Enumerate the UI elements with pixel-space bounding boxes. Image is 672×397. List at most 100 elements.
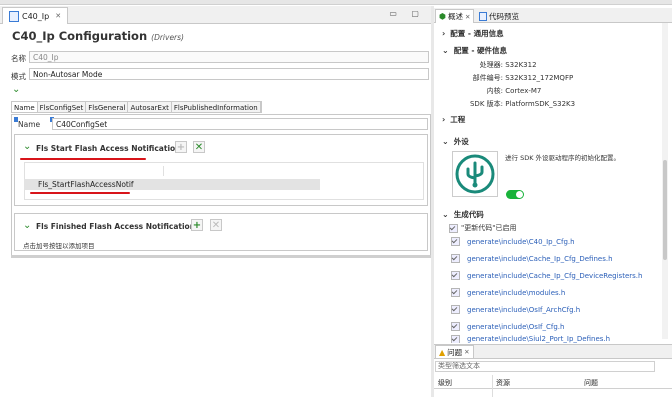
column-header-level[interactable]: 级别: [438, 378, 452, 388]
mode-select[interactable]: Non-Autosar Mode: [29, 68, 429, 80]
list-item: generate\include\OsIf_Cfg.h: [451, 322, 564, 331]
problems-filter-input[interactable]: 类型筛选文本: [435, 361, 655, 372]
generated-file-link[interactable]: generate\include\modules.h: [467, 289, 565, 297]
section-peripheral[interactable]: ⌄ 外设: [442, 136, 469, 147]
section-label: 配置 - 硬件信息: [453, 46, 508, 55]
column-divider: [492, 375, 493, 397]
section-label: 配置 - 通用信息: [450, 29, 504, 38]
problems-table-header: 级别 资源 问题: [434, 375, 672, 397]
warning-icon: ▲: [439, 347, 446, 357]
update-code-row[interactable]: "更新代码"已启用: [449, 223, 516, 233]
generated-file-link[interactable]: generate\include\Cache_Ip_Cfg_Defines.h: [467, 255, 613, 263]
subtab-name[interactable]: Name: [12, 102, 38, 112]
red-annotation-underline: [30, 192, 130, 194]
chevron-down-icon[interactable]: ⌄: [23, 141, 31, 152]
list-item: generate\include\Siul2_Port_Ip_Defines.h: [451, 335, 610, 343]
mode-label: 模式: [11, 72, 26, 81]
add-button[interactable]: +: [175, 141, 187, 153]
generated-file-link[interactable]: generate\include\OsIf_Cfg.h: [467, 323, 564, 331]
column-header-problem[interactable]: 问题: [584, 378, 598, 388]
hardware-key: SDK 版本:: [469, 100, 503, 108]
red-annotation-underline: [20, 158, 146, 160]
hardware-value: Cortex-M7: [505, 87, 542, 95]
generated-file-link[interactable]: generate\include\Siul2_Port_Ip_Defines.h: [467, 335, 610, 343]
hardware-key: 内核:: [486, 87, 503, 95]
hardware-key: 处理器:: [479, 61, 503, 69]
update-code-checkbox[interactable]: [449, 223, 458, 233]
hardware-row: 处理器: S32K312: [447, 60, 627, 70]
file-checkbox[interactable]: [451, 335, 460, 343]
tab-problems-label: 问题: [447, 347, 463, 357]
column-header-resource[interactable]: 资源: [496, 378, 510, 388]
horizontal-scrollbar[interactable]: [11, 255, 431, 258]
title-text: C40_Ip Configuration: [12, 29, 148, 43]
remove-button[interactable]: ✕: [210, 219, 222, 231]
section-label: 生成代码: [453, 210, 484, 219]
list-column-divider: [24, 166, 164, 176]
chevron-down-icon: ⌄: [442, 46, 449, 55]
tab-problems[interactable]: ▲ 问题 ✕: [435, 345, 474, 358]
peripheral-icon-box[interactable]: [452, 151, 498, 197]
section-label: 外设: [453, 137, 469, 146]
subtab-flsconfigset[interactable]: FlsConfigSet: [38, 102, 87, 112]
list-item: generate\include\Cache_Ip_Cfg_Defines.h: [451, 254, 613, 263]
tab-c40-ip[interactable]: C40_Ip ✕: [2, 7, 69, 24]
close-icon[interactable]: ✕: [465, 13, 470, 21]
page-title: C40_Ip Configuration (Drivers): [12, 29, 184, 43]
close-icon[interactable]: ✕: [464, 348, 469, 356]
file-checkbox[interactable]: [451, 305, 460, 314]
file-checkbox[interactable]: [451, 237, 460, 246]
hardware-value: S32K312_172MQFP: [505, 74, 574, 82]
peripheral-description: 进行 SDK 外设驱动程序的初始化配置。: [505, 154, 621, 162]
section-project[interactable]: › 工程: [442, 114, 465, 125]
list-item: generate\include\C40_Ip_Cfg.h: [451, 237, 575, 246]
chevron-down-icon[interactable]: ⌄: [23, 220, 31, 231]
update-code-label: "更新代码"已启用: [461, 224, 517, 232]
chevron-down-icon: ⌄: [442, 137, 449, 146]
close-icon[interactable]: ✕: [55, 12, 61, 20]
generated-file-link[interactable]: generate\include\OsIf_ArchCfg.h: [467, 306, 580, 314]
scrollbar-thumb[interactable]: [663, 160, 667, 260]
file-checkbox[interactable]: [451, 254, 460, 263]
add-item-hint: 点击加号按钮以添加项目: [23, 242, 95, 250]
start-section-title: Fls Start Flash Access Notification: [36, 144, 181, 153]
usb-icon: [455, 154, 495, 194]
tab-code-preview[interactable]: 代码预览: [476, 9, 522, 23]
peripheral-toggle[interactable]: [506, 190, 524, 199]
hardware-value: PlatformSDK_S32K3: [505, 100, 576, 108]
file-checkbox[interactable]: [451, 271, 460, 280]
section-config-hardware[interactable]: ⌄ 配置 - 硬件信息: [442, 45, 507, 56]
name-label: 名称: [11, 54, 26, 63]
list-item: generate\include\modules.h: [451, 288, 565, 297]
add-button[interactable]: +: [191, 219, 203, 231]
subtab-flspublishedinformation[interactable]: FlsPublishedInformation: [172, 102, 261, 112]
generated-file-link[interactable]: generate\include\Cache_Ip_Cfg_DeviceRegi…: [467, 272, 642, 280]
list-item: generate\include\Cache_Ip_Cfg_DeviceRegi…: [451, 271, 642, 280]
generated-file-link[interactable]: generate\include\C40_Ip_Cfg.h: [467, 238, 575, 246]
chevron-down-icon: ⌄: [442, 210, 449, 219]
document-icon: [9, 10, 19, 22]
window-controls[interactable]: ▭ ▢: [389, 9, 425, 18]
file-checkbox[interactable]: [451, 288, 460, 297]
hardware-key: 部件编号:: [472, 74, 503, 82]
tab-label: C40_Ip: [22, 11, 50, 21]
name-field[interactable]: C40_Ip: [29, 51, 429, 63]
chevron-down-icon[interactable]: ⌄: [12, 84, 20, 95]
tab-overview[interactable]: ⬢ 概述 ✕: [435, 9, 475, 23]
tab-overview-label: 概述: [447, 12, 463, 21]
config-name-label: Name: [18, 120, 41, 129]
hardware-row: 内核: Cortex-M7: [447, 86, 627, 96]
subtab-bar: Name FlsConfigSet FlsGeneral AutosarExt …: [11, 101, 262, 113]
list-item[interactable]: Fls_StartFlashAccessNotif: [24, 179, 320, 190]
code-icon: [479, 11, 487, 21]
section-generated-code[interactable]: ⌄ 生成代码: [442, 209, 484, 220]
remove-button[interactable]: ✕: [193, 141, 205, 153]
file-checkbox[interactable]: [451, 322, 460, 331]
finished-section-title: Fls Finished Flash Access Notifications: [36, 222, 200, 231]
subtab-flsgeneral[interactable]: FlsGeneral: [86, 102, 129, 112]
hardware-row: 部件编号: S32K312_172MQFP: [447, 73, 627, 83]
config-name-field[interactable]: C40ConfigSet: [52, 118, 428, 130]
title-suffix: (Drivers): [151, 33, 184, 42]
subtab-autosarext[interactable]: AutosarExt: [128, 102, 172, 112]
section-config-general[interactable]: › 配置 - 通用信息: [442, 28, 504, 39]
